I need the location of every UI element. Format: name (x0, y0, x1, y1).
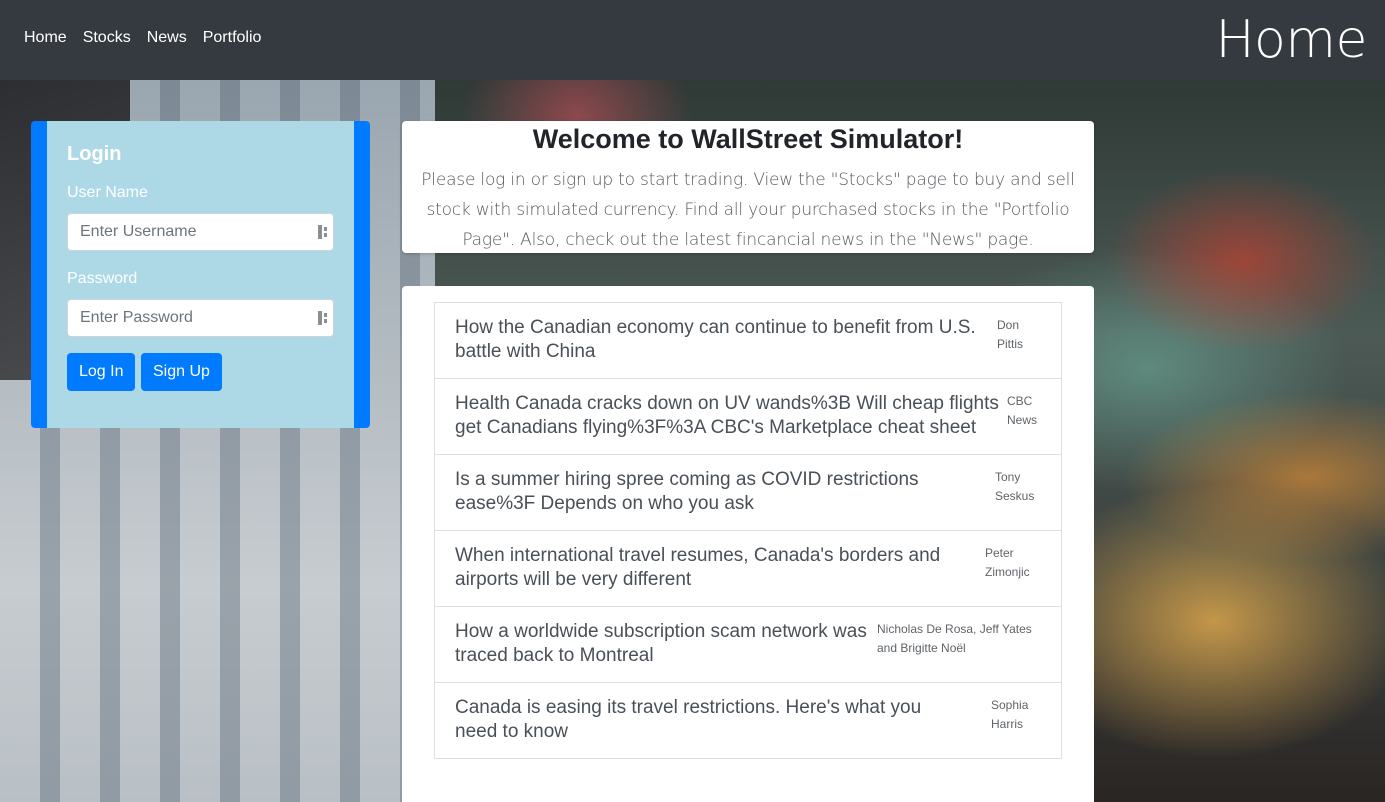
news-headline[interactable]: How the Canadian economy can continue to… (455, 316, 980, 364)
key-icon[interactable] (318, 225, 330, 239)
news-headline[interactable]: How a worldwide subscription scam networ… (455, 620, 870, 668)
login-panel: Login User Name Password Log In Sign Up (47, 121, 354, 428)
password-label: Password (67, 270, 138, 287)
news-list: How the Canadian economy can continue to… (434, 302, 1062, 759)
news-item[interactable]: Is a summer hiring spree coming as COVID… (434, 455, 1062, 531)
username-label: User Name (67, 184, 148, 201)
news-author: Nicholas De Rosa, Jeff Yates and Brigitt… (877, 622, 1032, 655)
news-author: CBC News (1007, 394, 1038, 427)
nav-link-home[interactable]: Home (24, 29, 67, 47)
news-headline[interactable]: Canada is easing its travel restrictions… (455, 696, 965, 744)
news-item[interactable]: When international travel resumes, Canad… (434, 531, 1062, 607)
news-item[interactable]: How a worldwide subscription scam networ… (434, 607, 1062, 683)
password-input[interactable] (67, 299, 334, 337)
welcome-text: Please log in or sign up to start tradin… (421, 170, 1075, 250)
nav-link-stocks[interactable]: Stocks (83, 29, 131, 47)
welcome-card: Welcome to WallStreet Simulator! Please … (402, 121, 1094, 253)
news-author: Tony Seskus (995, 470, 1035, 503)
news-author: Peter Zimonjic (985, 546, 1030, 579)
login-card: Login User Name Password Log In Sign Up (31, 121, 370, 428)
news-item[interactable]: How the Canadian economy can continue to… (434, 302, 1062, 379)
news-card: How the Canadian economy can continue to… (402, 286, 1094, 802)
news-author: Don Pittis (997, 318, 1024, 351)
news-headline[interactable]: Is a summer hiring spree coming as COVID… (455, 468, 980, 516)
page-title: Home (1215, 10, 1367, 70)
login-button[interactable]: Log In (67, 353, 136, 391)
news-item[interactable]: Health Canada cracks down on UV wands%3B… (434, 379, 1062, 455)
signup-button[interactable]: Sign Up (141, 353, 222, 391)
news-headline[interactable]: Health Canada cracks down on UV wands%3B… (455, 392, 1007, 440)
news-headline[interactable]: When international travel resumes, Canad… (455, 544, 980, 592)
news-author: Sophia Harris (991, 698, 1029, 731)
nav-link-news[interactable]: News (147, 29, 187, 47)
news-item[interactable]: Canada is easing its travel restrictions… (434, 683, 1062, 759)
navbar: Home Stocks News Portfolio Home (0, 0, 1385, 80)
key-icon[interactable] (318, 311, 330, 325)
nav-links: Home Stocks News Portfolio (24, 29, 261, 47)
username-input[interactable] (67, 213, 334, 251)
nav-link-portfolio[interactable]: Portfolio (203, 29, 262, 47)
login-title: Login (67, 143, 122, 165)
welcome-title: Welcome to WallStreet Simulator! (532, 124, 964, 154)
